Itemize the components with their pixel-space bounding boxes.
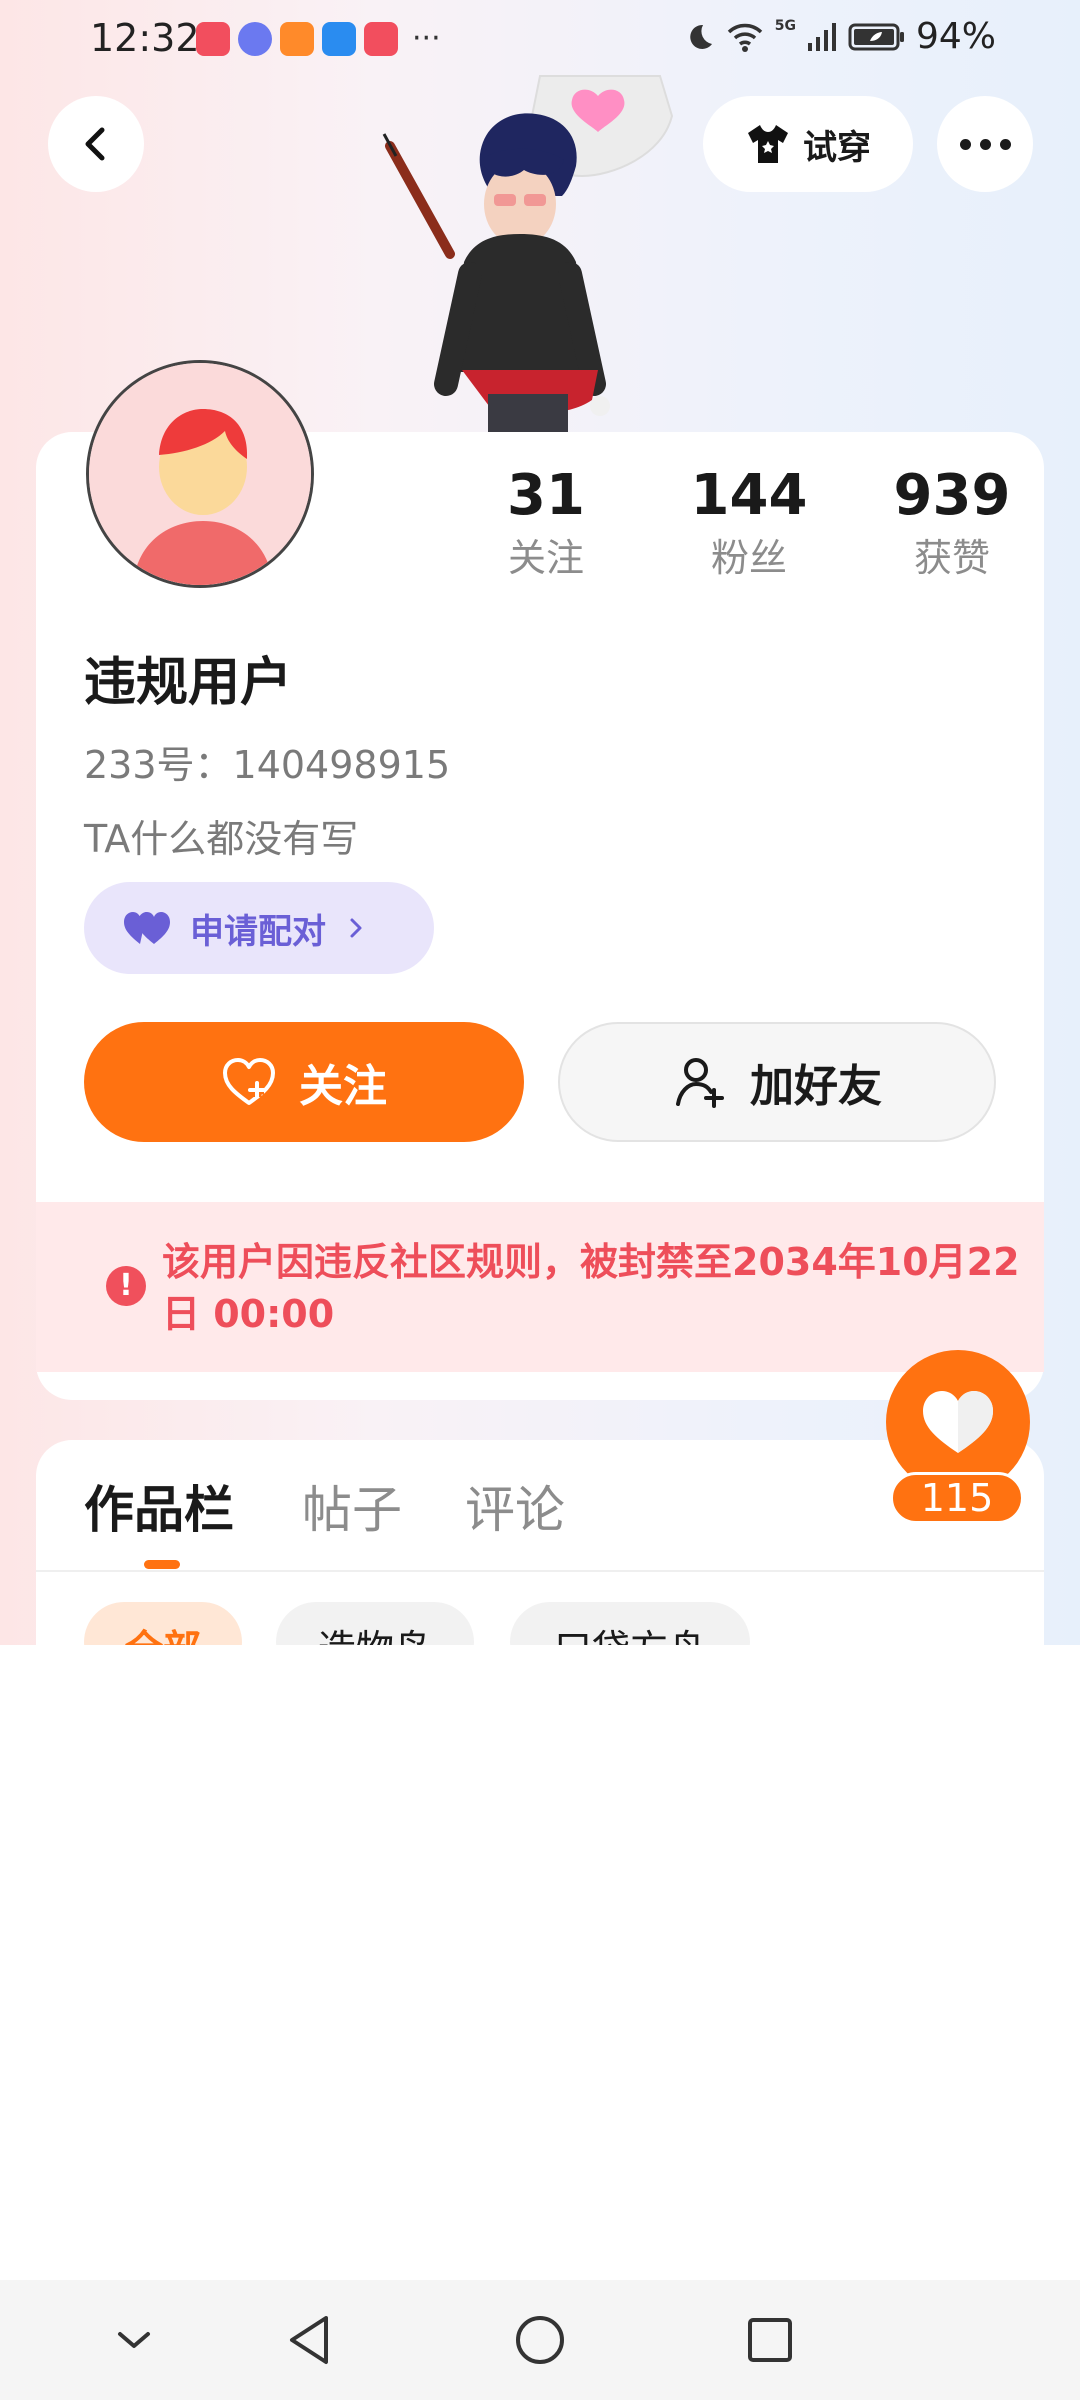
notification-icons: ··· bbox=[196, 22, 441, 56]
add-friend-label: 加好友 bbox=[750, 1061, 882, 1112]
huawei-store-icon bbox=[364, 22, 398, 56]
chevron-down-icon bbox=[118, 2332, 150, 2348]
tab-works[interactable]: 作品栏 bbox=[84, 1470, 234, 1542]
triangle-back-icon bbox=[290, 2316, 328, 2364]
username: 违规用户 bbox=[84, 653, 293, 713]
heart-plus-icon bbox=[223, 1058, 275, 1105]
nav-recents-button[interactable] bbox=[738, 2308, 802, 2372]
ban-notice-text: 该用户因违反社区规则，被封禁至2034年10月22日 00:00 bbox=[162, 1240, 1020, 1336]
tabs-divider bbox=[36, 1570, 1044, 1572]
user-plus-icon bbox=[676, 1058, 724, 1108]
nav-collapse-button[interactable] bbox=[102, 2308, 166, 2372]
back-button[interactable] bbox=[48, 96, 144, 192]
nav-back-button[interactable] bbox=[278, 2308, 342, 2372]
avatar-3d-figure bbox=[382, 75, 674, 434]
ban-notice: ! 该用户因违反社区规则，被封禁至2034年10月22日 00:00 bbox=[36, 1202, 1044, 1372]
like-count-badge: 115 bbox=[890, 1472, 1024, 1524]
stat-following-label: 关注 bbox=[507, 536, 584, 580]
add-friend-button[interactable]: 加好友 bbox=[558, 1022, 996, 1142]
circle-home-icon bbox=[516, 2316, 564, 2364]
stat-followers-label: 粉丝 bbox=[710, 536, 787, 580]
chevron-left-icon bbox=[85, 127, 105, 161]
request-pair-label: 申请配对 bbox=[190, 911, 326, 952]
request-pair-button[interactable]: 申请配对 bbox=[84, 882, 434, 974]
stat-following-value: 31 bbox=[507, 463, 585, 528]
stat-following[interactable]: 31 关注 bbox=[446, 462, 646, 586]
profile-stats: 31 关注 144 粉丝 939 获赞 bbox=[446, 462, 1046, 592]
network-type: 5G bbox=[774, 18, 796, 34]
status-right: 5G 94% bbox=[683, 16, 996, 57]
stat-followers-value: 144 bbox=[690, 463, 808, 528]
heart-icon bbox=[923, 1391, 993, 1453]
square-recents-icon bbox=[748, 2318, 792, 2362]
blank-content-area bbox=[0, 1645, 1080, 1745]
chevron-right-icon bbox=[350, 918, 362, 938]
huawei-app-icon bbox=[196, 22, 230, 56]
tshirt-icon bbox=[748, 125, 788, 163]
avatar[interactable] bbox=[86, 360, 314, 588]
more-horizontal-icon bbox=[959, 138, 1011, 150]
weather-app-icon bbox=[322, 22, 356, 56]
music-app-icon bbox=[238, 22, 272, 56]
stat-likes[interactable]: 939 获赞 bbox=[852, 462, 1052, 586]
video-app-icon bbox=[280, 22, 314, 56]
tryon-label: 试穿 bbox=[803, 127, 871, 168]
battery-percent: 94% bbox=[915, 16, 996, 57]
follow-label: 关注 bbox=[299, 1061, 387, 1112]
follow-button[interactable]: 关注 bbox=[84, 1022, 524, 1142]
stat-likes-value: 939 bbox=[893, 463, 1011, 528]
more-notifications-indicator: ··· bbox=[412, 21, 441, 56]
stat-likes-label: 获赞 bbox=[913, 536, 990, 580]
status-time: 12:32 bbox=[90, 16, 200, 60]
system-navigation-bar bbox=[0, 2280, 1080, 2400]
default-avatar-icon bbox=[89, 363, 311, 585]
user-bio: TA什么都没有写 bbox=[84, 817, 359, 861]
signal-icon bbox=[807, 22, 836, 51]
tab-comments[interactable]: 评论 bbox=[465, 1470, 565, 1542]
tab-active-indicator bbox=[144, 1560, 180, 1569]
tab-posts[interactable]: 帖子 bbox=[302, 1470, 402, 1542]
user-id: 233号：140498915 bbox=[84, 743, 451, 787]
more-options-button[interactable] bbox=[937, 96, 1033, 192]
battery-icon bbox=[848, 23, 904, 50]
tryon-button[interactable]: 试穿 bbox=[703, 96, 913, 192]
stat-followers[interactable]: 144 粉丝 bbox=[649, 462, 849, 586]
status-bar: 12:32 ··· 5G 94% bbox=[0, 0, 1080, 80]
alert-icon: ! bbox=[106, 1266, 146, 1306]
wifi-icon bbox=[727, 23, 762, 52]
moon-icon bbox=[690, 24, 712, 49]
nav-home-button[interactable] bbox=[508, 2308, 572, 2372]
heart-pair-icon bbox=[124, 912, 170, 944]
